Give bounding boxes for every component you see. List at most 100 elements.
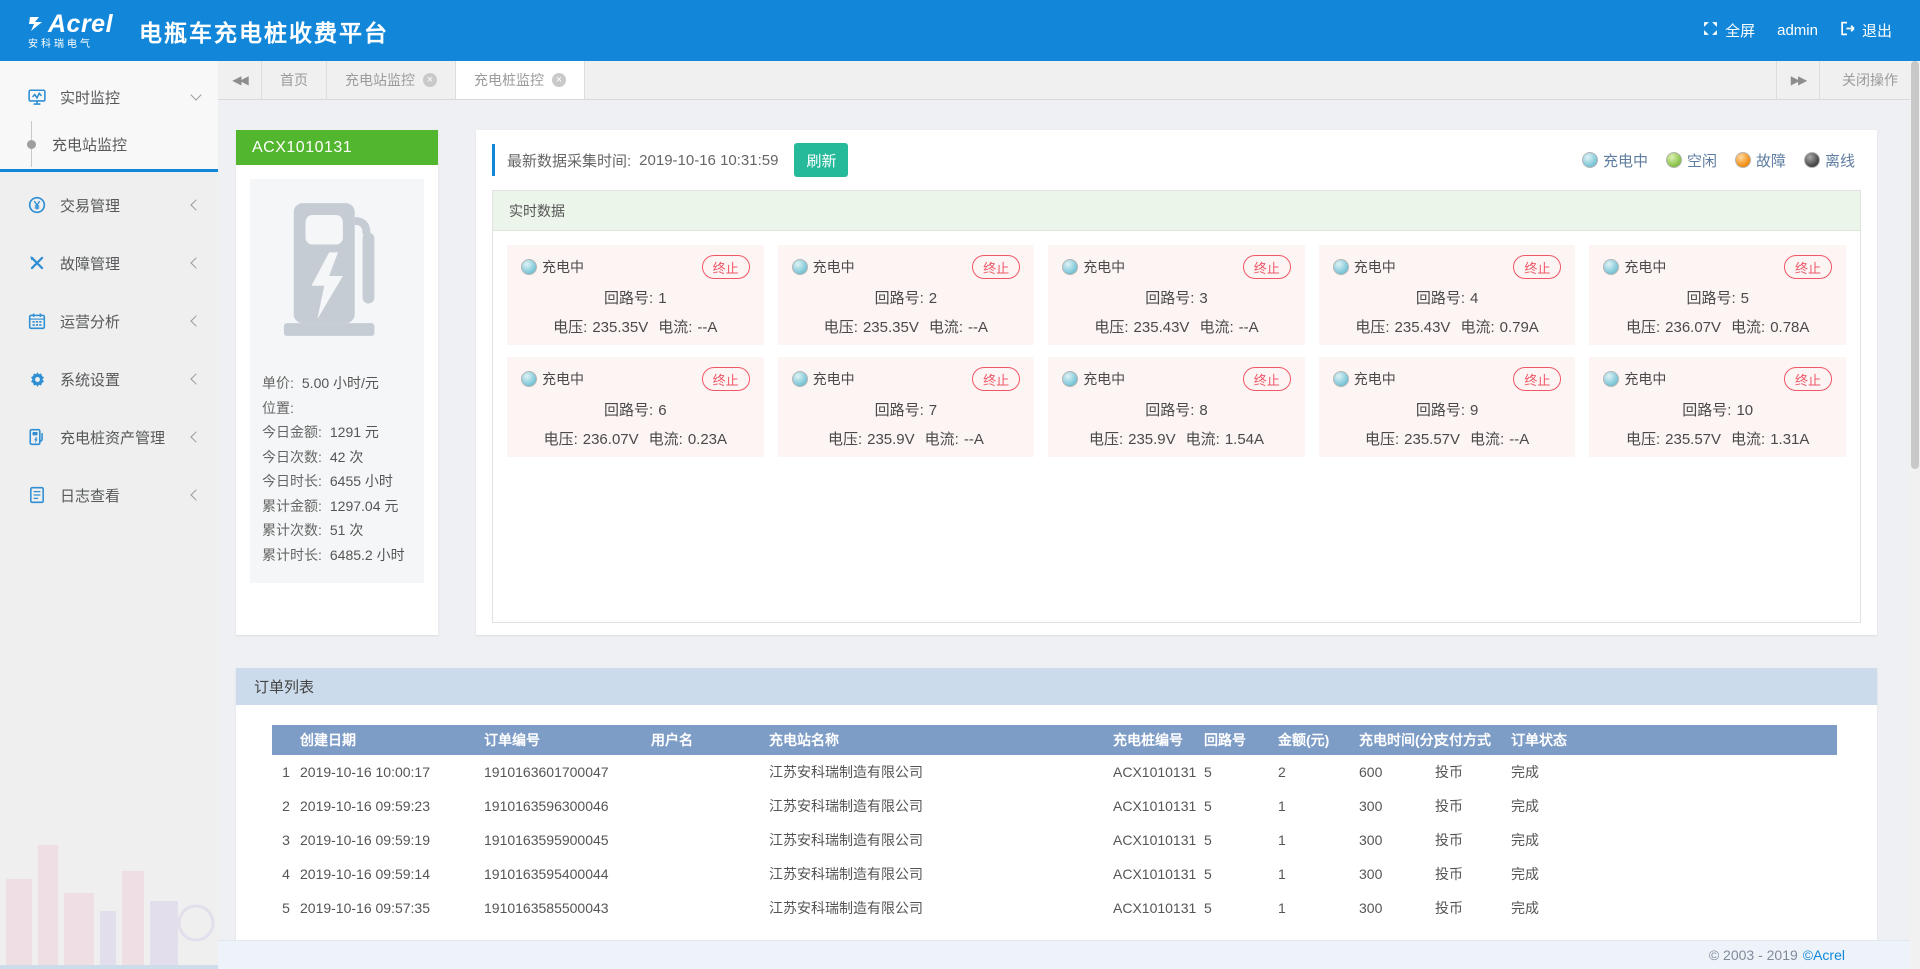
- brand-link[interactable]: ©Acrel: [1803, 947, 1845, 963]
- sidebar-item-pile-assets[interactable]: 充电桩资产管理: [0, 408, 218, 466]
- charging-status-icon: [792, 371, 808, 387]
- app-window: Acrel 安科瑞电气 电瓶车充电桩收费平台 全屏 admin 退出: [0, 0, 1920, 969]
- circuit-card-6: 充电中终止 回路号:6 电压:236.07V电流:0.23A: [507, 357, 764, 457]
- legend-idle: 空闲: [1666, 150, 1717, 171]
- sidebar-item-logs[interactable]: 日志查看: [0, 466, 218, 524]
- circuit-card-10: 充电中终止 回路号:10 电压:235.57V电流:1.31A: [1589, 357, 1846, 457]
- table-row: 22019-10-16 09:59:231910163596300046江苏安科…: [272, 789, 1837, 823]
- sidebar-group-realtime: 实时监控 充电站监控: [0, 61, 218, 172]
- legend-charging: 充电中: [1582, 150, 1648, 171]
- sidebar-item-label: 系统设置: [60, 369, 192, 390]
- close-icon[interactable]: [552, 73, 566, 87]
- orders-section-title: 订单列表: [236, 668, 1877, 705]
- sidebar-item-label: 故障管理: [60, 253, 192, 274]
- charging-status-icon: [1603, 259, 1619, 275]
- collect-time-info: 最新数据采集时间: 2019-10-16 10:31:59: [492, 144, 778, 176]
- sidebar-subitem-station-monitor[interactable]: 充电站监控: [0, 119, 218, 169]
- stat-today-amount: 今日金额:1291 元: [262, 420, 412, 445]
- copyright-text: © 2003 - 2019: [1709, 947, 1798, 963]
- charging-status-icon: [1582, 152, 1598, 168]
- user-menu[interactable]: admin: [1777, 22, 1818, 39]
- circuit-card-3: 充电中终止 回路号:3 电压:235.43V电流:--A: [1048, 245, 1305, 345]
- charging-status-icon: [1062, 259, 1078, 275]
- circuit-card-2: 充电中终止 回路号:2 电压:235.35V电流:--A: [778, 245, 1035, 345]
- sidebar-item-label: 充电桩资产管理: [60, 427, 192, 448]
- chevron-left-icon: [190, 373, 201, 384]
- table-row: 42019-10-16 09:59:141910163595400044江苏安科…: [272, 857, 1837, 891]
- stat-total-amount: 累计金额:1297.04 元: [262, 494, 412, 519]
- terminate-button[interactable]: 终止: [1513, 367, 1561, 391]
- charging-pile-illustration: [262, 197, 412, 349]
- realtime-monitor-panel: 最新数据采集时间: 2019-10-16 10:31:59 刷新 充电中 空闲 …: [476, 130, 1877, 635]
- sidebar-item-realtime-monitor[interactable]: 实时监控: [0, 75, 218, 119]
- chevron-left-icon: [190, 431, 201, 442]
- orders-panel: 订单列表 创建日期: [236, 668, 1877, 940]
- chevron-left-icon: [190, 489, 201, 500]
- chevron-down-icon: [190, 89, 201, 100]
- tabs-scroll-right-button[interactable]: ▶▶: [1776, 61, 1820, 99]
- terminate-button[interactable]: 终止: [1513, 255, 1561, 279]
- terminate-button[interactable]: 终止: [972, 367, 1020, 391]
- status-legend: 充电中 空闲 故障 离线: [1582, 150, 1861, 171]
- stat-total-count: 累计次数:51 次: [262, 518, 412, 543]
- sidebar-item-settings[interactable]: 系统设置: [0, 350, 218, 408]
- close-icon[interactable]: [423, 73, 437, 87]
- fault-status-icon: [1735, 152, 1751, 168]
- sidebar-item-analytics[interactable]: 运营分析: [0, 292, 218, 350]
- stat-today-duration: 今日时长:6455 小时: [262, 469, 412, 494]
- tab-station-monitor[interactable]: 充电站监控: [327, 61, 456, 99]
- tab-pile-monitor[interactable]: 充电桩监控: [456, 61, 585, 99]
- acrel-logo-text: Acrel: [48, 12, 113, 37]
- cityscape-decoration: [0, 819, 218, 969]
- chevron-left-icon: [190, 199, 201, 210]
- terminate-button[interactable]: 终止: [1243, 255, 1291, 279]
- charging-pile-icon: [28, 428, 46, 446]
- sidebar-item-label: 实时监控: [60, 87, 192, 108]
- scrollbar-thumb[interactable]: [1911, 61, 1919, 469]
- terminate-button[interactable]: 终止: [702, 367, 750, 391]
- vertical-scrollbar[interactable]: [1910, 61, 1920, 969]
- orders-table: 创建日期 订单编号 用户名 充电站名称 充电桩编号 回路号 金额(元) 充电时间…: [272, 725, 1837, 925]
- monitor-icon: [28, 88, 46, 106]
- terminate-button[interactable]: 终止: [702, 255, 750, 279]
- legend-offline: 离线: [1804, 150, 1855, 171]
- fullscreen-button[interactable]: 全屏: [1703, 20, 1755, 41]
- yen-circle-icon: [28, 196, 46, 214]
- logout-button[interactable]: 退出: [1840, 20, 1892, 41]
- charging-status-icon: [1333, 371, 1349, 387]
- sidebar-subitem-label: 充电站监控: [52, 134, 127, 155]
- refresh-button[interactable]: 刷新: [794, 143, 848, 177]
- acrel-logo: Acrel 安科瑞电气: [28, 12, 113, 50]
- collect-time-value: 2019-10-16 10:31:59: [639, 152, 778, 169]
- table-row: 12019-10-16 10:00:171910163601700047江苏安科…: [272, 755, 1837, 789]
- table-header-row: 创建日期 订单编号 用户名 充电站名称 充电桩编号 回路号 金额(元) 充电时间…: [272, 725, 1837, 755]
- circuit-card-5: 充电中终止 回路号:5 电压:236.07V电流:0.78A: [1589, 245, 1846, 345]
- sidebar-item-transactions[interactable]: 交易管理: [0, 176, 218, 234]
- offline-status-icon: [1804, 152, 1820, 168]
- charging-status-icon: [1603, 371, 1619, 387]
- tab-home[interactable]: 首页: [262, 61, 327, 99]
- acrel-logo-subtext: 安科瑞电气: [28, 40, 113, 50]
- terminate-button[interactable]: 终止: [1784, 367, 1832, 391]
- circuit-cards-grid: 充电中终止 回路号:1 电压:235.35V电流:--A 充电中终止 回路号:2…: [493, 231, 1860, 471]
- chevron-left-icon: [190, 257, 201, 268]
- footer: © 2003 - 2019 ©Acrel: [218, 940, 1920, 969]
- realtime-data-section: 实时数据 充电中终止 回路号:1 电压:235.35V电流:--A 充电中终止 …: [492, 190, 1861, 623]
- close-operations-button[interactable]: 关闭操作: [1820, 61, 1920, 99]
- charging-status-icon: [1062, 371, 1078, 387]
- circuit-card-1: 充电中终止 回路号:1 电压:235.35V电流:--A: [507, 245, 764, 345]
- sidebar: 实时监控 充电站监控 交易管理 故: [0, 61, 218, 969]
- tabs-scroll-left-button[interactable]: ◀◀: [218, 61, 262, 99]
- sidebar-item-label: 交易管理: [60, 195, 192, 216]
- sidebar-item-faults[interactable]: 故障管理: [0, 234, 218, 292]
- terminate-button[interactable]: 终止: [1784, 255, 1832, 279]
- terminate-button[interactable]: 终止: [972, 255, 1020, 279]
- acrel-logo-icon: [28, 15, 44, 33]
- top-header: Acrel 安科瑞电气 电瓶车充电桩收费平台 全屏 admin 退出: [0, 0, 1920, 61]
- idle-status-icon: [1666, 152, 1682, 168]
- stat-unit-price: 单价:5.00 小时/元: [262, 371, 412, 396]
- tab-bar: ◀◀ 首页 充电站监控 充电桩监控 ▶▶ 关闭操作: [218, 61, 1920, 100]
- station-summary-card: ACX1010131: [236, 130, 438, 635]
- terminate-button[interactable]: 终止: [1243, 367, 1291, 391]
- table-row: 32019-10-16 09:59:191910163595900045江苏安科…: [272, 823, 1837, 857]
